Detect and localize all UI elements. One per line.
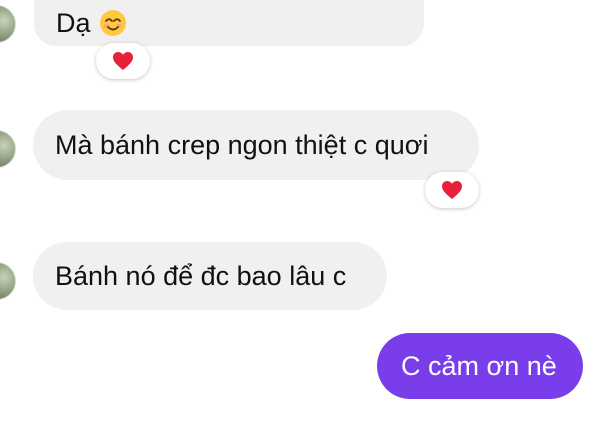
incoming-message-bubble[interactable]: Bánh nó để đc bao lâu c xyxy=(33,242,387,310)
message-reaction[interactable] xyxy=(425,172,479,208)
message-reaction[interactable] xyxy=(96,43,150,79)
heart-icon xyxy=(442,181,462,199)
message-text: Dạ xyxy=(56,7,91,38)
sender-avatar[interactable] xyxy=(0,5,16,43)
incoming-message-bubble[interactable]: Mà bánh crep ngon thiệt c quơi xyxy=(33,110,479,180)
outgoing-message-bubble[interactable]: C cảm ơn nè xyxy=(377,333,583,399)
message-text: C cảm ơn nè xyxy=(401,350,557,381)
message-text: Bánh nó để đc bao lâu c xyxy=(55,260,347,291)
incoming-message-bubble[interactable]: Dạ xyxy=(34,0,424,46)
sender-avatar[interactable] xyxy=(0,262,16,300)
sender-avatar[interactable] xyxy=(0,130,16,168)
smiling-face-icon xyxy=(99,10,126,36)
heart-icon xyxy=(113,52,133,70)
message-text: Mà bánh crep ngon thiệt c quơi xyxy=(55,129,429,160)
